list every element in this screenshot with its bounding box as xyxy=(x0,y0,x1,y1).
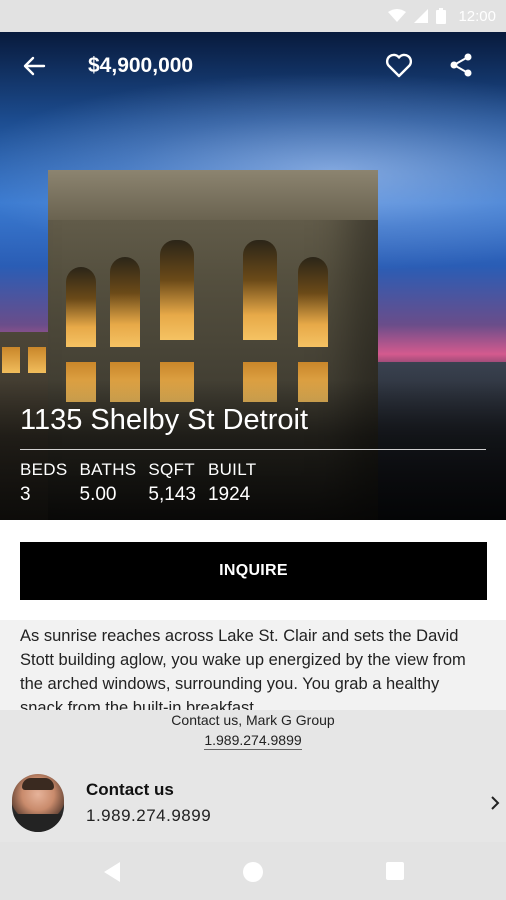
building-window xyxy=(298,257,328,347)
listing-address: 1135 Shelby St Detroit xyxy=(20,404,309,436)
listing-description[interactable]: As sunrise reaches across Lake St. Clair… xyxy=(0,620,506,710)
avatar xyxy=(12,774,64,832)
stat-value: 5.00 xyxy=(79,484,117,505)
building-window xyxy=(243,240,277,340)
stat-label: BUILT xyxy=(207,460,257,479)
listing-stats: BEDS 3 BATHS 5.00 SQFT 5,143 BUILT 1924 xyxy=(20,460,268,506)
avatar-shirt xyxy=(12,814,64,832)
building-window xyxy=(28,347,46,373)
status-bar: 12:00 xyxy=(0,0,506,32)
stat-baths: BATHS 5.00 xyxy=(80,460,137,506)
building-window xyxy=(160,240,194,340)
system-nav-bar xyxy=(0,842,506,900)
stat-label: SQFT xyxy=(148,460,195,479)
nav-home-icon[interactable] xyxy=(243,862,263,882)
contact-summary-text: Contact us, Mark G Group xyxy=(171,712,335,728)
stat-label: BATHS xyxy=(79,460,137,479)
agent-contact-row[interactable]: Contact us 1.989.274.9899 xyxy=(0,770,506,836)
listing-photo[interactable] xyxy=(0,32,506,520)
signal-icon xyxy=(414,9,429,23)
address-divider xyxy=(20,449,486,450)
share-icon[interactable] xyxy=(446,50,476,80)
battery-icon xyxy=(436,8,447,24)
avatar-hair xyxy=(22,778,54,790)
wifi-icon xyxy=(388,9,407,22)
nav-recents-icon[interactable] xyxy=(386,862,404,880)
agent-phone: 1.989.274.9899 xyxy=(86,806,212,825)
contact-summary: Contact us, Mark G Group 1.989.274.9899 xyxy=(0,712,506,750)
nav-back-icon[interactable] xyxy=(102,861,122,883)
back-arrow-icon[interactable] xyxy=(20,52,48,80)
building-window xyxy=(66,267,96,347)
stat-sqft: SQFT 5,143 xyxy=(148,460,196,506)
building-cornice xyxy=(48,170,378,220)
stat-label: BEDS xyxy=(20,460,68,479)
building-window xyxy=(2,347,20,373)
chevron-right-icon xyxy=(491,796,500,810)
status-time: 12:00 xyxy=(458,7,496,25)
stat-built: BUILT 1924 xyxy=(208,460,256,506)
contact-summary-phone-link[interactable]: 1.989.274.9899 xyxy=(204,732,302,750)
heart-outline-icon[interactable] xyxy=(384,50,414,80)
agent-contact-title: Contact us xyxy=(86,780,174,799)
building-window xyxy=(110,257,140,347)
inquire-button[interactable]: INQUIRE xyxy=(20,542,487,600)
listing-price: $4,900,000 xyxy=(88,54,194,77)
stat-value: 1924 xyxy=(207,484,251,505)
stat-value: 3 xyxy=(20,484,31,505)
stat-beds: BEDS 3 xyxy=(20,460,68,506)
stat-value: 5,143 xyxy=(148,484,196,505)
